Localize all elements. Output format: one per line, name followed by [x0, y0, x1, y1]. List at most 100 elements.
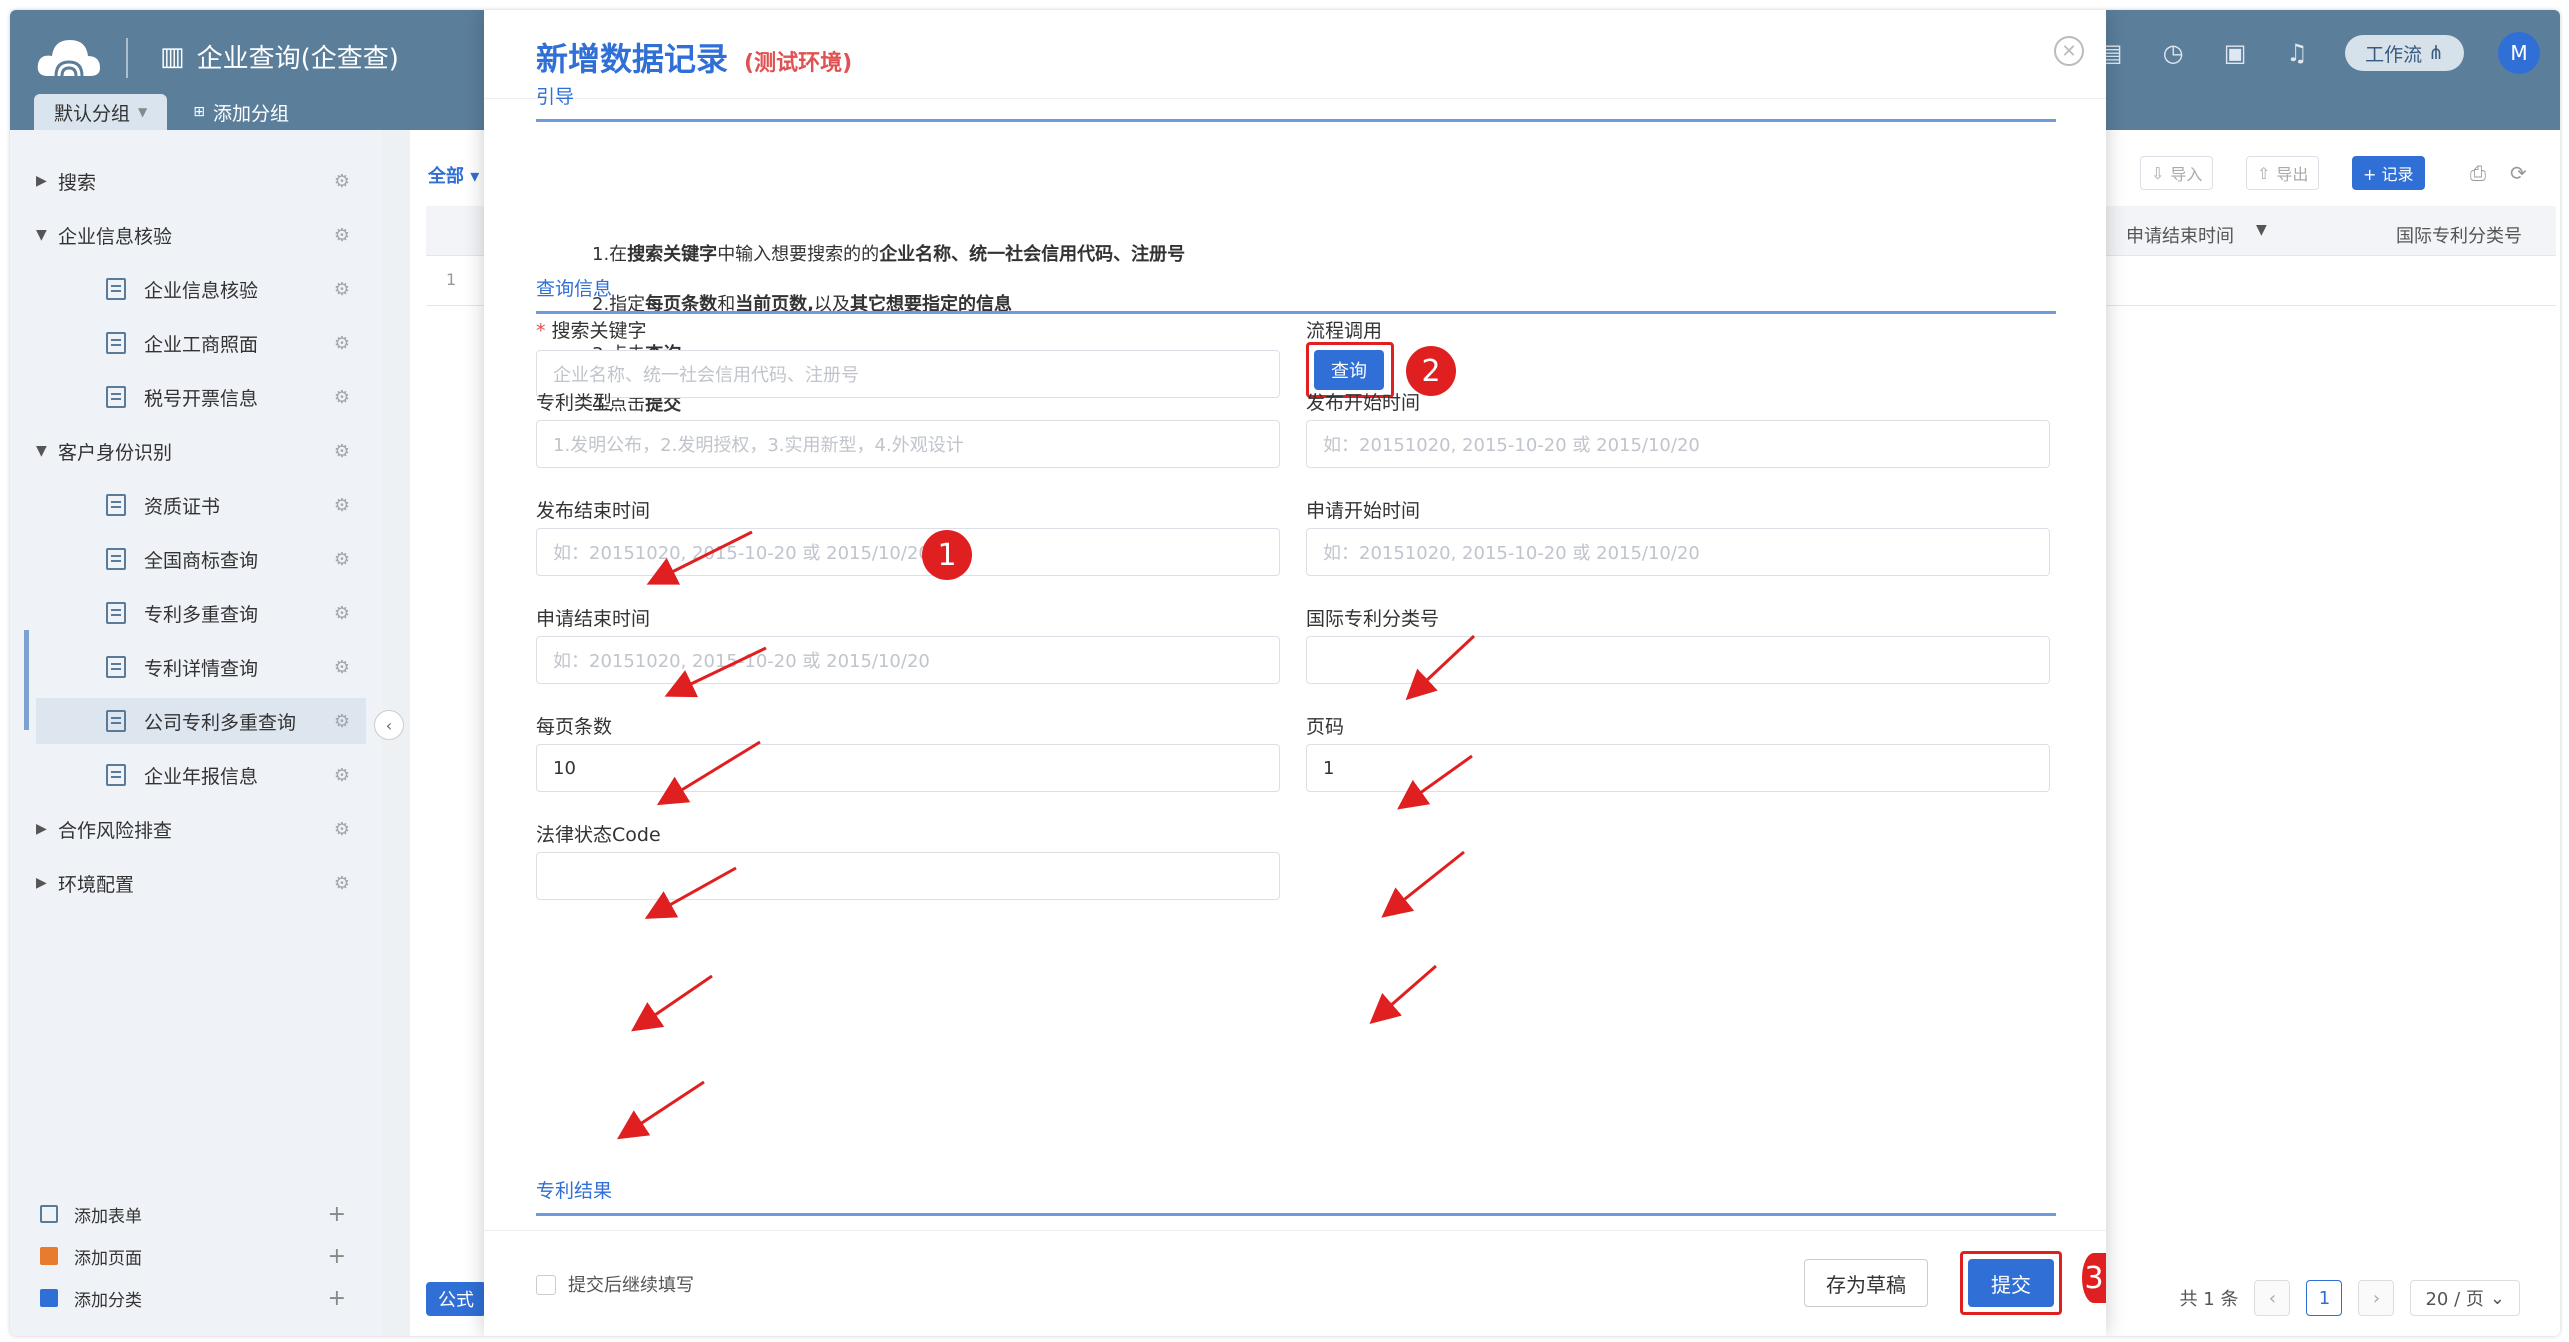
add-record-button[interactable]: + 记录: [2352, 156, 2425, 190]
sidebar-item-label: 企业信息核验: [58, 225, 173, 248]
sidebar-item[interactable]: 企业信息核验 ⚙: [106, 266, 366, 312]
gear-icon[interactable]: ⚙: [334, 657, 350, 678]
app-end-input[interactable]: 如：20151020, 2015-10-20 或 2015/10/20: [536, 636, 1280, 684]
sidebar-item-label: 客户身份识别: [58, 441, 173, 464]
gear-icon[interactable]: ⚙: [334, 387, 350, 408]
keyword-label: * 搜索关键字: [536, 316, 647, 343]
clock-icon[interactable]: ◷: [2159, 39, 2187, 67]
gear-icon[interactable]: ⚙: [334, 765, 350, 786]
gear-icon[interactable]: ⚙: [334, 333, 350, 354]
app-start-input[interactable]: 如：20151020, 2015-10-20 或 2015/10/20: [1306, 528, 2050, 576]
add-category-button[interactable]: 添加分类 +: [40, 1280, 360, 1316]
legal-code-input[interactable]: [536, 852, 1280, 900]
page-no-input[interactable]: 1: [1306, 744, 2050, 792]
refresh-icon[interactable]: ⟳: [2500, 156, 2537, 190]
form-icon: [106, 710, 126, 732]
form-icon: [106, 494, 126, 516]
tab-default-group[interactable]: 默认分组 ▼: [34, 94, 168, 130]
keyword-input[interactable]: 企业名称、统一社会信用代码、注册号: [536, 350, 1280, 398]
form-icon: [106, 764, 126, 786]
sidebar-item[interactable]: 税号开票信息 ⚙: [106, 374, 366, 420]
sidebar-item[interactable]: ▶ 环境配置 ⚙: [36, 860, 366, 906]
sidebar-item[interactable]: ▼ 客户身份识别 ⚙: [36, 428, 366, 474]
continue-checkbox[interactable]: [536, 1275, 556, 1295]
add-page-button[interactable]: 添加页面 +: [40, 1238, 360, 1274]
plus-icon: +: [327, 1243, 346, 1269]
sidebar-item-label: 税号开票信息: [144, 387, 259, 410]
pager-total: 共 1 条: [2179, 1289, 2239, 1310]
sidebar-item[interactable]: ▼ 企业信息核验 ⚙: [36, 212, 366, 258]
gear-icon[interactable]: ⚙: [334, 819, 350, 840]
folder-icon: [40, 1289, 58, 1307]
gear-icon[interactable]: ⚙: [334, 225, 350, 246]
sidebar-item[interactable]: 企业年报信息 ⚙: [106, 752, 366, 798]
upload-icon: ⇩: [2151, 163, 2165, 183]
current-page-button[interactable]: 1: [2306, 1280, 2343, 1316]
collapse-sidebar-button[interactable]: ‹: [374, 710, 404, 740]
gear-icon[interactable]: ⚙: [334, 171, 350, 192]
app-title-text: 企业查询(企查查): [196, 44, 399, 74]
avatar[interactable]: M: [2498, 32, 2540, 74]
add-category-label: 添加分类: [74, 1290, 142, 1311]
add-group-label: 添加分组: [212, 102, 289, 125]
pub-start-input[interactable]: 如：20151020, 2015-10-20 或 2015/10/20: [1306, 420, 2050, 468]
page-icon: [40, 1247, 58, 1265]
next-page-button[interactable]: ›: [2358, 1280, 2395, 1316]
section-guide: 引导: [536, 82, 2056, 122]
clipboard-icon[interactable]: ▣: [2221, 39, 2249, 67]
column-header-ipc[interactable]: 国际专利分类号: [2396, 222, 2522, 248]
sidebar-item[interactable]: 企业工商照面 ⚙: [106, 320, 366, 366]
import-button[interactable]: ⇩ 导入: [2140, 156, 2214, 190]
add-form-button[interactable]: 添加表单 +: [40, 1196, 360, 1232]
sidebar-item[interactable]: 全国商标查询 ⚙: [106, 536, 366, 582]
pub-end-label: 发布结束时间: [536, 500, 651, 522]
gear-icon[interactable]: ⚙: [334, 279, 350, 300]
patent-type-label: 专利类型: [536, 392, 613, 414]
step-marker-1: 1: [922, 530, 972, 580]
filter-all-dropdown[interactable]: 全部 ▾: [428, 162, 479, 188]
sidebar-item[interactable]: 资质证书 ⚙: [106, 482, 366, 528]
gear-icon[interactable]: ⚙: [334, 873, 350, 894]
gear-icon[interactable]: ⚙: [334, 441, 350, 462]
page-size-input[interactable]: 10: [536, 744, 1280, 792]
caret-right-icon: ▶: [36, 173, 47, 189]
caret-down-icon: ▼: [36, 443, 47, 459]
sidebar-item[interactable]: ▶ 搜索 ⚙: [36, 158, 366, 204]
export-button[interactable]: ⇧ 导出: [2246, 156, 2320, 190]
pub-end-input[interactable]: 如：20151020, 2015-10-20 或 2015/10/20: [536, 528, 1280, 576]
download-icon: ⇧: [2257, 163, 2271, 183]
new-record-dialog: 新增数据记录 (测试环境) ✕ 引导 1.在搜索关键字中输入想要搜索的的企业名称、…: [484, 10, 2106, 1336]
tab-default-label: 默认分组: [54, 102, 131, 125]
close-icon[interactable]: ✕: [2054, 36, 2084, 66]
form-icon: [40, 1205, 58, 1223]
sidebar-item[interactable]: ▶ 合作风险排查 ⚙: [36, 806, 366, 852]
ipc-input[interactable]: [1306, 636, 2050, 684]
caret-right-icon: ▶: [36, 875, 47, 891]
sidebar-item-label: 企业年报信息: [144, 765, 259, 788]
formula-button[interactable]: 公式: [426, 1282, 486, 1316]
add-group-button[interactable]: ⊞ 添加分组: [173, 94, 309, 130]
column-header-app-end[interactable]: 申请结束时间: [2126, 222, 2234, 248]
gear-icon[interactable]: ⚙: [334, 549, 350, 570]
gear-icon[interactable]: ⚙: [334, 495, 350, 516]
bell-icon[interactable]: ♫: [2283, 39, 2311, 67]
workflow-button[interactable]: 工作流 ⋔: [2345, 35, 2464, 71]
chevron-down-icon: ⌄: [2489, 1287, 2505, 1309]
prev-page-button[interactable]: ‹: [2254, 1280, 2291, 1316]
gear-icon[interactable]: ⚙: [334, 603, 350, 624]
export-label: 导出: [2276, 165, 2309, 184]
sidebar-item[interactable]: 公司专利多重查询 ⚙: [36, 698, 366, 744]
sidebar-item[interactable]: 专利多重查询 ⚙: [106, 590, 366, 636]
sort-caret-icon[interactable]: ▼: [2256, 222, 2267, 238]
page-size-label: 20 / 页: [2425, 1289, 2484, 1310]
dialog-title-text: 新增数据记录: [536, 40, 729, 78]
sidebar-item[interactable]: 专利详情查询 ⚙: [106, 644, 366, 690]
app-window: ▥ 企业查询(企查查) 默认分组 ▼ ⊞ 添加分组 ▤ ◷ ▣ ♫ 工作流 ⋔ M ▶…: [10, 10, 2560, 1336]
gear-icon[interactable]: ⚙: [334, 711, 350, 732]
save-draft-button[interactable]: 存为草稿: [1804, 1259, 1928, 1307]
page-size-select[interactable]: 20 / 页 ⌄: [2410, 1280, 2520, 1316]
print-icon[interactable]: ⎙: [2460, 156, 2496, 190]
patent-type-input[interactable]: 1.发明公布，2.发明授权，3.实用新型，4.外观设计: [536, 420, 1280, 468]
caret-right-icon: ▶: [36, 821, 47, 837]
guide-text: 中输入想要搜索的的: [717, 244, 880, 265]
